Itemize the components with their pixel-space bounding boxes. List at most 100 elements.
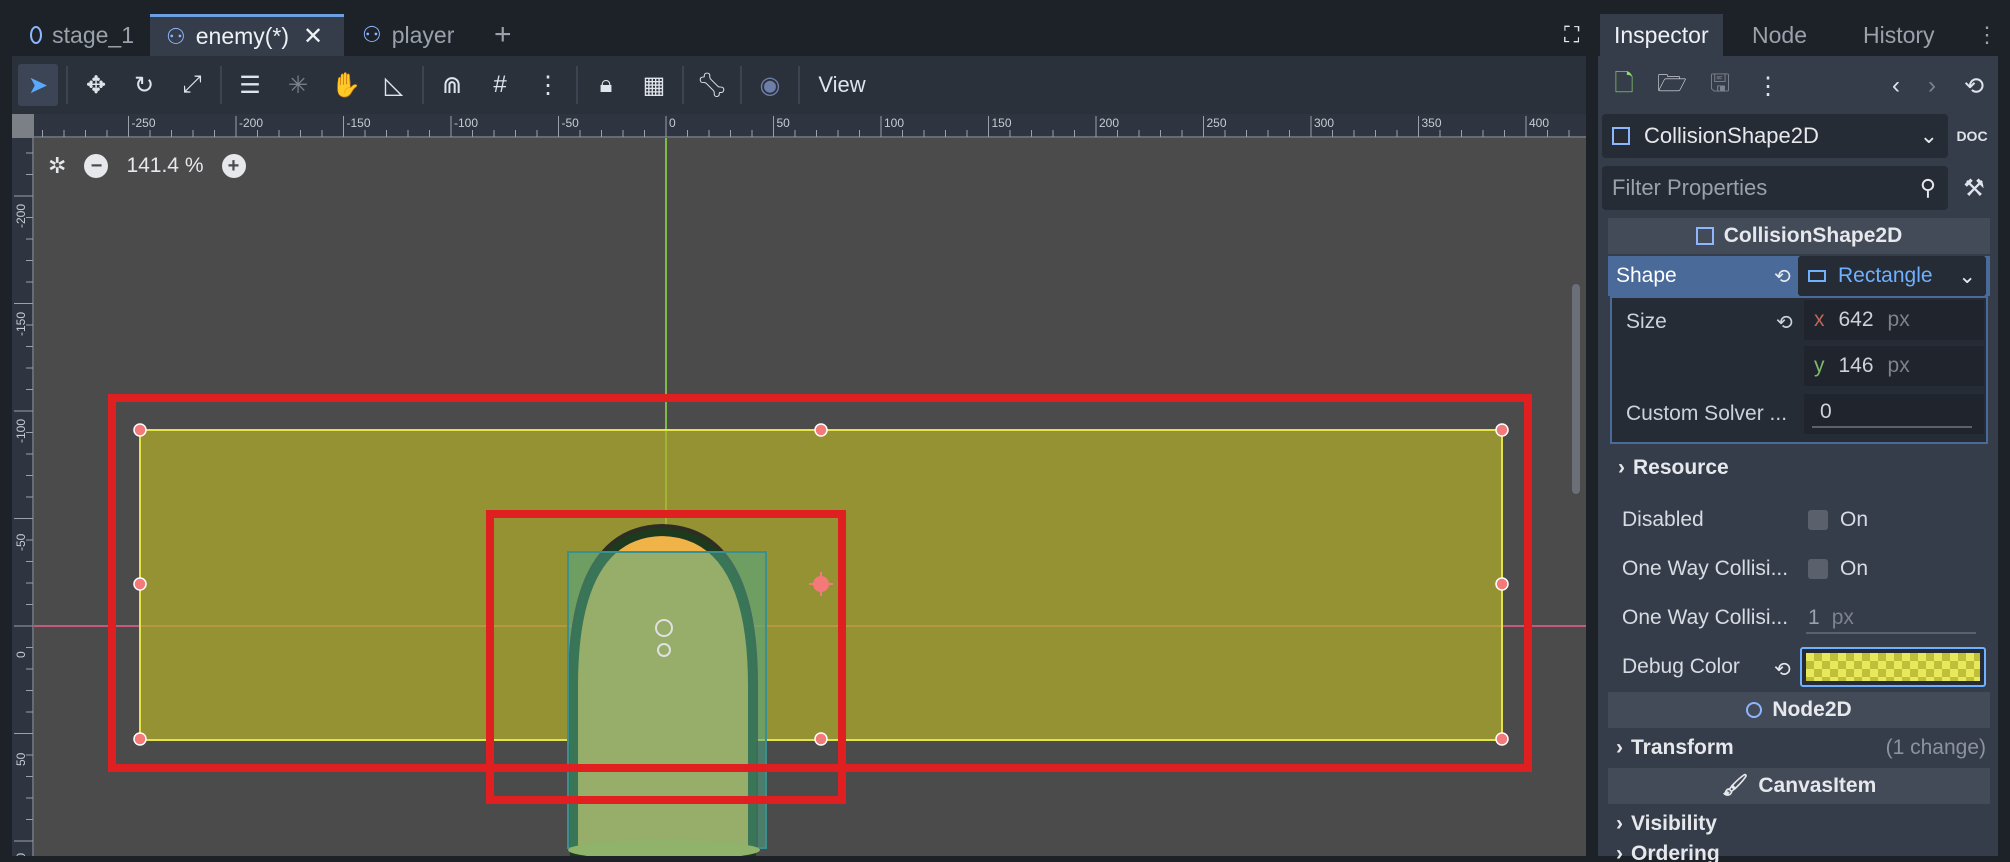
- dock-menu-icon[interactable]: ⋮: [1962, 14, 2010, 56]
- ruler-label: -200: [14, 203, 28, 228]
- ruler-label: 50: [776, 116, 790, 130]
- brush-icon: 🖌︎: [1721, 774, 1749, 797]
- bone-icon[interactable]: 🦴︎: [692, 64, 732, 106]
- shape-resource-panel: Size ⟲ x 642 px y 146 px Custom Solver .…: [1610, 296, 1988, 444]
- revert-icon[interactable]: ⟲: [1776, 310, 1793, 335]
- snap-options-icon[interactable]: ⋮: [528, 64, 568, 106]
- zoom-level[interactable]: 141.4 %: [126, 154, 203, 178]
- property-label: Size: [1626, 310, 1667, 333]
- ruler-tool-icon[interactable]: ◺: [374, 64, 414, 106]
- new-resource-icon[interactable]: 🗋︎: [1606, 68, 1642, 104]
- select-tool-icon[interactable]: ➤: [18, 64, 58, 106]
- pivot-tool-icon[interactable]: ✳: [278, 64, 318, 106]
- one-way-margin-slider[interactable]: 1 px: [1798, 598, 1986, 638]
- more-icon[interactable]: ⋮: [1750, 68, 1786, 104]
- visibility-subsection[interactable]: › Visibility: [1608, 806, 1990, 842]
- node-selector[interactable]: CollisionShape2D ⌄: [1602, 114, 1948, 158]
- tab-player[interactable]: ⚇ player: [346, 14, 476, 56]
- lock-icon[interactable]: 🔒︎: [586, 64, 626, 106]
- center-view-icon[interactable]: ✲: [48, 153, 66, 179]
- checkbox-icon: [1808, 559, 1828, 579]
- ruler-label: 200: [1099, 116, 1120, 130]
- resource-subsection[interactable]: › Resource: [1610, 450, 1992, 486]
- zoom-controls: ✲ − 141.4 % +: [48, 148, 246, 184]
- scene-icon: ⚇: [166, 23, 186, 49]
- section-title: CollisionShape2D: [1723, 224, 1903, 247]
- ruler-label: -250: [131, 116, 156, 130]
- tab-inspector[interactable]: Inspector: [1600, 14, 1723, 56]
- debug-color-picker[interactable]: [1800, 647, 1986, 687]
- close-icon[interactable]: ✕: [303, 22, 323, 51]
- slider-track: [1806, 632, 1976, 634]
- property-shape[interactable]: Shape ⟲ Rectangle ⌄: [1608, 256, 1990, 296]
- size-x-field[interactable]: x 642 px: [1804, 300, 1984, 340]
- rectangle-icon: [1808, 270, 1826, 282]
- canvas-viewport[interactable]: -250 -200 -150 -100 -50 0 50 100 150 200 250 300 350…: [12, 114, 1586, 856]
- size-x-value: 642: [1838, 308, 1874, 331]
- tab-history[interactable]: History: [1849, 14, 1949, 56]
- view-menu-button[interactable]: View: [808, 64, 876, 106]
- revert-icon[interactable]: ⟲: [1774, 657, 1791, 682]
- group-icon[interactable]: ▦: [634, 64, 674, 106]
- disabled-checkbox[interactable]: On: [1798, 500, 1986, 540]
- tab-node[interactable]: Node: [1738, 14, 1821, 56]
- property-tools-icon[interactable]: ⚒: [1956, 170, 1992, 206]
- camera-icon[interactable]: ◉: [750, 64, 790, 106]
- zoom-in-icon[interactable]: +: [221, 154, 246, 178]
- zoom-out-icon[interactable]: −: [84, 154, 109, 178]
- ordering-subsection[interactable]: › Ordering: [1608, 842, 1990, 862]
- fullscreen-icon[interactable]: ⛶: [1548, 14, 1588, 56]
- chevron-right-icon: ›: [1616, 842, 1623, 862]
- tab-label: enemy(*): [195, 23, 290, 49]
- section-header-collisionshape2d[interactable]: CollisionShape2D: [1608, 218, 1990, 254]
- property-label: Disabled: [1622, 508, 1704, 531]
- history-icon[interactable]: ⟲: [1956, 68, 1992, 104]
- rotate-tool-icon[interactable]: ↻: [124, 64, 164, 106]
- ruler-label: -100: [454, 116, 479, 130]
- one-way-collision-checkbox[interactable]: On: [1798, 549, 1986, 589]
- pan-tool-icon[interactable]: ✋: [326, 64, 366, 106]
- size-y-field[interactable]: y 146 px: [1804, 346, 1984, 386]
- tab-enemy[interactable]: ⚇ enemy(*) ✕: [150, 14, 344, 56]
- forward-icon[interactable]: ›: [1914, 68, 1950, 104]
- section-header-canvasitem[interactable]: 🖌︎ CanvasItem: [1608, 768, 1990, 804]
- save-icon[interactable]: 🖫︎: [1702, 68, 1738, 104]
- ruler-label: 400: [1529, 116, 1550, 130]
- property-label: One Way Collisi...: [1622, 606, 1789, 629]
- slider-track: [1812, 426, 1972, 428]
- scale-tool-icon[interactable]: ⤢: [172, 64, 212, 106]
- move-tool-icon[interactable]: ✥: [76, 64, 116, 106]
- ruler-label: -150: [346, 116, 371, 130]
- tab-stage-1[interactable]: stage_1: [14, 14, 150, 56]
- transform-subsection[interactable]: › Transform (1 change): [1608, 730, 1990, 766]
- property-one-way-collision-margin[interactable]: One Way Collisi... 1 px: [1608, 594, 1990, 642]
- add-tab-icon[interactable]: +: [478, 14, 518, 56]
- divider: [682, 66, 684, 104]
- ruler-label: 250: [1206, 116, 1227, 130]
- vertical-scrollbar[interactable]: [1572, 284, 1580, 494]
- open-folder-icon[interactable]: 🗁︎: [1654, 68, 1690, 104]
- node2d-icon: [30, 26, 43, 44]
- property-debug-color[interactable]: Debug Color ⟲: [1608, 643, 1990, 691]
- doc-icon[interactable]: DOC: [1954, 118, 1990, 154]
- ruler-label: 100: [884, 116, 905, 130]
- ruler-label: -200: [239, 116, 264, 130]
- filter-properties-input[interactable]: Filter Properties ⚲: [1602, 166, 1948, 210]
- section-title: CanvasItem: [1758, 774, 1877, 797]
- checkbox-icon: [1808, 510, 1828, 530]
- revert-icon[interactable]: ⟲: [1774, 264, 1791, 289]
- back-icon[interactable]: ‹: [1878, 68, 1914, 104]
- search-icon: ⚲: [1919, 175, 1936, 200]
- property-disabled[interactable]: Disabled On: [1608, 496, 1990, 544]
- smart-snap-icon[interactable]: ⋒: [432, 64, 472, 106]
- shape-resource-picker[interactable]: Rectangle ⌄: [1798, 256, 1986, 296]
- grid-snap-icon[interactable]: #: [480, 64, 520, 106]
- property-one-way-collision[interactable]: One Way Collisi... On: [1608, 545, 1990, 593]
- section-header-node2d[interactable]: Node2D: [1608, 692, 1990, 728]
- node-selector-label: CollisionShape2D: [1644, 123, 1819, 148]
- list-select-icon[interactable]: ☰: [230, 64, 270, 106]
- scene-icon: ⚇: [362, 22, 382, 47]
- ruler-label: 300: [1314, 116, 1335, 130]
- custom-solver-slider[interactable]: 0: [1804, 394, 1984, 434]
- scene-tab-bar: stage_1 ⚇ enemy(*) ✕ ⚇ player + ⛶: [0, 0, 1598, 56]
